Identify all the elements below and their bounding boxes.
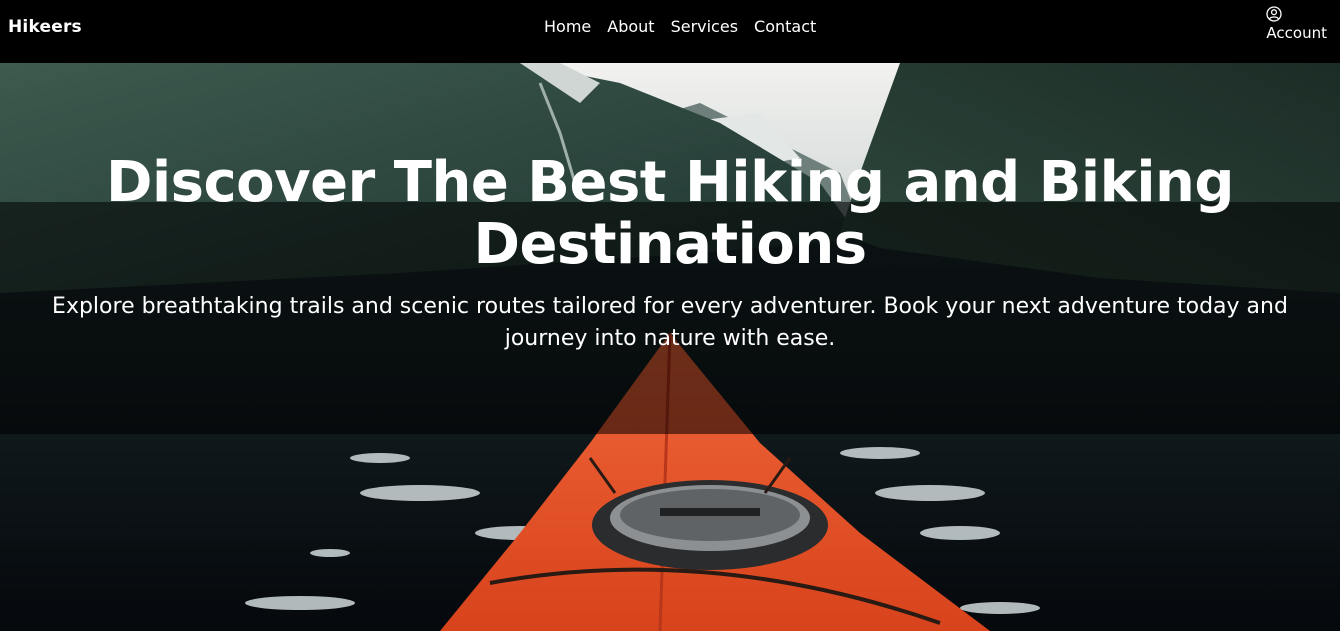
account-link[interactable]: Account: [1266, 6, 1327, 42]
hero-title: Discover The Best Hiking and Biking Dest…: [105, 150, 1235, 277]
nav-link-services[interactable]: Services: [663, 16, 746, 38]
navbar: Hikeers Home About Services Contact Acco…: [0, 0, 1340, 63]
hero-subtitle: Explore breathtaking trails and scenic r…: [52, 294, 1288, 351]
brand-logo[interactable]: Hikeers: [8, 17, 82, 37]
user-circle-icon: [1266, 6, 1283, 22]
nav-link-home[interactable]: Home: [536, 16, 599, 38]
nav-links: Home About Services Contact: [536, 16, 824, 38]
nav-link-contact[interactable]: Contact: [746, 16, 824, 38]
nav-link-about[interactable]: About: [599, 16, 662, 38]
account-label: Account: [1266, 24, 1327, 42]
